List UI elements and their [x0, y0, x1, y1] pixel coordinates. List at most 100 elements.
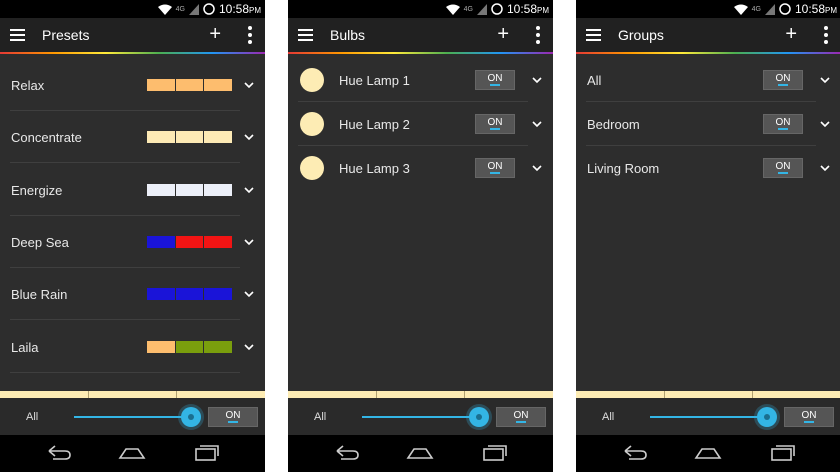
home-icon[interactable]	[406, 443, 434, 463]
bulb-icon[interactable]	[300, 156, 324, 180]
bulb-row[interactable]: Hue Lamp 3 ON	[288, 146, 553, 190]
chevron-down-icon[interactable]	[244, 186, 254, 194]
wifi-icon	[157, 4, 172, 15]
app-bar: Groups +	[576, 18, 840, 52]
swatch-cell	[204, 236, 233, 248]
swatch-cell	[147, 288, 176, 300]
chevron-down-icon[interactable]	[820, 164, 830, 172]
chevron-down-icon[interactable]	[244, 81, 254, 89]
color-strip	[288, 391, 553, 398]
status-bar: 4G 10:58PM	[288, 0, 553, 18]
group-toggle[interactable]: ON	[763, 158, 803, 178]
group-row[interactable]: All ON	[576, 58, 840, 102]
bulb-label: Hue Lamp 2	[339, 117, 410, 132]
brightness-slider-track[interactable]	[650, 416, 767, 418]
group-row[interactable]: Living Room ON	[576, 146, 840, 190]
group-label: All	[587, 73, 602, 88]
page-title: Bulbs	[330, 27, 366, 43]
home-icon[interactable]	[694, 443, 722, 463]
menu-icon[interactable]	[298, 29, 313, 41]
brightness-slider-track[interactable]	[74, 416, 191, 418]
all-lights-toggle[interactable]: ON	[496, 407, 546, 427]
bulb-row[interactable]: Hue Lamp 1 ON	[288, 58, 553, 102]
chevron-down-icon[interactable]	[820, 76, 830, 84]
app-bar: Presets +	[0, 18, 265, 52]
brightness-slider-thumb[interactable]	[181, 407, 201, 427]
battery-icon	[203, 3, 215, 15]
back-icon[interactable]	[333, 443, 361, 463]
add-icon[interactable]: +	[785, 24, 797, 44]
more-options-icon[interactable]	[821, 25, 831, 45]
signal-icon	[764, 3, 775, 15]
battery-icon	[491, 3, 503, 15]
group-toggle[interactable]: ON	[763, 70, 803, 90]
chevron-down-icon[interactable]	[244, 290, 254, 298]
page-title: Groups	[618, 27, 664, 43]
preset-row-energize[interactable]: Energize	[0, 163, 265, 216]
preset-row-concentrate[interactable]: Concentrate	[0, 111, 265, 163]
menu-icon[interactable]	[10, 29, 25, 41]
presets-screen: 4G 10:58PM Presets + Relax Concentrate E…	[0, 0, 265, 472]
preset-row-deep-sea[interactable]: Deep Sea	[0, 216, 265, 268]
brightness-slider-thumb[interactable]	[469, 407, 489, 427]
rainbow-divider	[576, 52, 840, 54]
preset-row-blue-rain[interactable]: Blue Rain	[0, 268, 265, 320]
chevron-down-icon[interactable]	[244, 343, 254, 351]
clock: 10:58PM	[794, 2, 837, 16]
bulb-icon[interactable]	[300, 112, 324, 136]
bulb-icon[interactable]	[300, 68, 324, 92]
bulb-toggle[interactable]: ON	[475, 114, 515, 134]
chevron-down-icon[interactable]	[532, 120, 542, 128]
preset-row-laila[interactable]: Laila	[0, 320, 265, 373]
chevron-down-icon[interactable]	[820, 120, 830, 128]
recent-apps-icon[interactable]	[193, 443, 221, 463]
network-type: 4G	[175, 5, 185, 13]
chevron-down-icon[interactable]	[532, 76, 542, 84]
color-strip	[0, 391, 265, 398]
swatch-cell	[204, 288, 233, 300]
swatch-cell	[147, 184, 176, 196]
swatch-cell	[147, 131, 176, 143]
preset-color-swatch	[147, 79, 233, 91]
back-icon[interactable]	[621, 443, 649, 463]
more-options-icon[interactable]	[245, 25, 255, 45]
all-lights-toggle[interactable]: ON	[208, 407, 258, 427]
swatch-cell	[204, 79, 233, 91]
all-lights-bar: All ON	[0, 398, 265, 435]
more-options-icon[interactable]	[533, 25, 543, 45]
battery-icon	[779, 3, 791, 15]
chevron-down-icon[interactable]	[244, 238, 254, 246]
preset-color-swatch	[147, 184, 233, 196]
bulb-row[interactable]: Hue Lamp 2 ON	[288, 102, 553, 146]
group-row[interactable]: Bedroom ON	[576, 102, 840, 146]
brightness-slider-thumb[interactable]	[757, 407, 777, 427]
recent-apps-icon[interactable]	[481, 443, 509, 463]
signal-icon	[188, 3, 199, 15]
chevron-down-icon[interactable]	[244, 133, 254, 141]
menu-icon[interactable]	[586, 29, 601, 41]
all-lights-bar: All ON	[576, 398, 840, 435]
add-icon[interactable]: +	[497, 24, 509, 44]
page-title: Presets	[42, 27, 90, 43]
add-icon[interactable]: +	[209, 24, 221, 44]
all-lights-bar: All ON	[288, 398, 553, 435]
all-label: All	[26, 411, 39, 423]
bulb-toggle[interactable]: ON	[475, 70, 515, 90]
nav-bar	[288, 435, 553, 472]
wifi-icon	[445, 4, 460, 15]
preset-color-swatch	[147, 131, 233, 143]
group-toggle[interactable]: ON	[763, 114, 803, 134]
home-icon[interactable]	[118, 443, 146, 463]
bulbs-screen: 4G 10:58PM Bulbs + Hue Lamp 1 ON Hue Lam…	[288, 0, 553, 472]
chevron-down-icon[interactable]	[532, 164, 542, 172]
network-type: 4G	[751, 5, 761, 13]
back-icon[interactable]	[45, 443, 73, 463]
brightness-slider-track[interactable]	[362, 416, 479, 418]
preset-row-relax[interactable]: Relax	[0, 59, 265, 111]
preset-label: Laila	[11, 340, 39, 355]
bulb-toggle[interactable]: ON	[475, 158, 515, 178]
preset-label: Deep Sea	[11, 235, 69, 250]
preset-color-swatch	[147, 288, 233, 300]
recent-apps-icon[interactable]	[769, 443, 797, 463]
all-lights-toggle[interactable]: ON	[784, 407, 834, 427]
